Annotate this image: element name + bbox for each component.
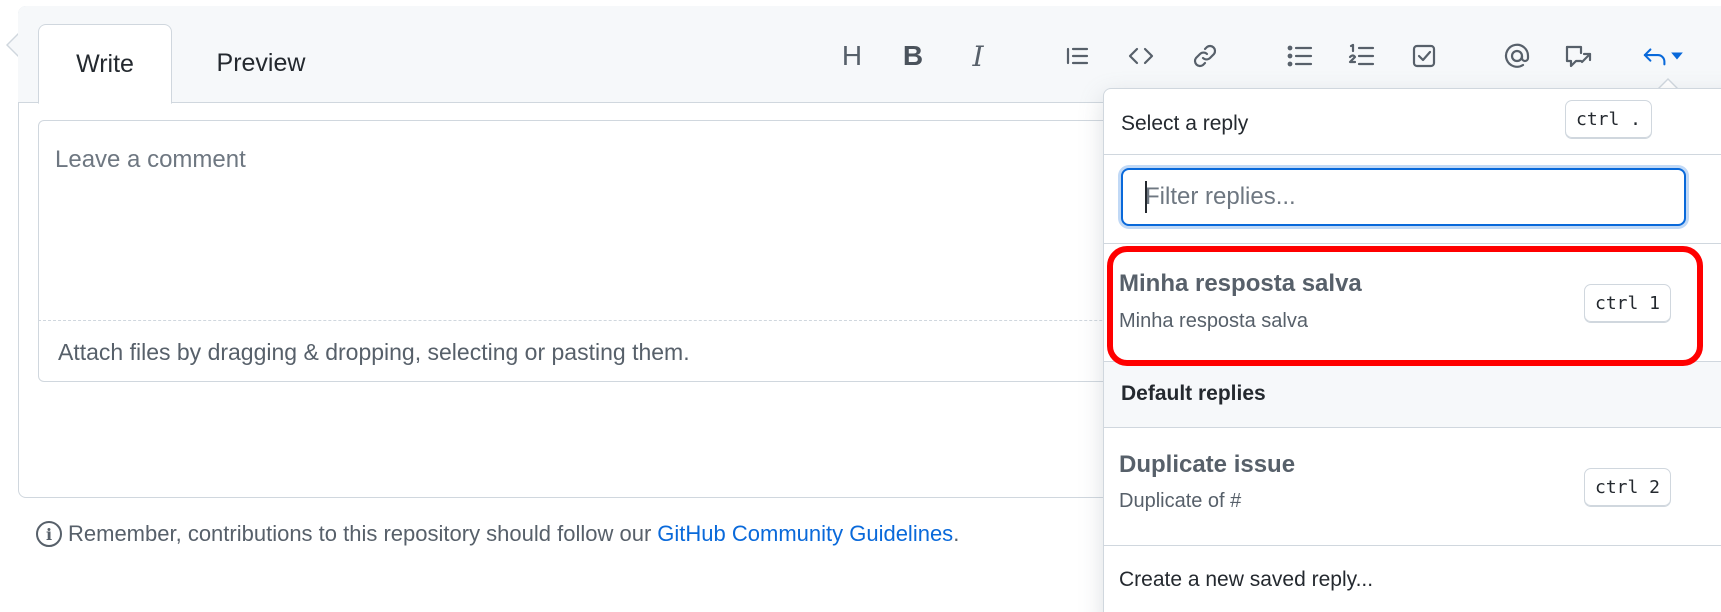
contribution-note: i Remember, contributions to this reposi…	[36, 521, 959, 547]
quote-icon	[1066, 47, 1089, 65]
link-button[interactable]	[1185, 36, 1225, 76]
text-cursor	[1145, 181, 1147, 213]
link-icon	[1193, 44, 1217, 68]
unordered-list-button[interactable]	[1280, 36, 1320, 76]
quote-button[interactable]	[1057, 36, 1097, 76]
default-reply-item[interactable]: Duplicate issue Duplicate of # ctrl 2	[1104, 427, 1721, 545]
default-reply-shortcut: ctrl 2	[1584, 468, 1672, 507]
comment-form: Write Preview H B I Leave a comment Atta…	[0, 0, 1721, 612]
filter-area	[1104, 155, 1721, 243]
saved-reply-shortcut: ctrl 1	[1584, 284, 1672, 323]
tab-preview[interactable]: Preview	[196, 24, 326, 104]
ordered-list-button[interactable]	[1342, 36, 1382, 76]
heading-button[interactable]: H	[832, 36, 872, 76]
cross-reference-button[interactable]	[1558, 36, 1598, 76]
reply-icon	[1643, 48, 1666, 66]
code-button[interactable]	[1121, 36, 1161, 76]
saved-reply-item[interactable]: Minha resposta salva Minha resposta salv…	[1104, 243, 1721, 361]
mention-button[interactable]	[1497, 36, 1537, 76]
saved-reply-body: Minha resposta salva	[1119, 310, 1308, 332]
task-list-button[interactable]	[1404, 36, 1444, 76]
community-guidelines-link[interactable]: GitHub Community Guidelines	[657, 521, 953, 547]
create-saved-reply-link[interactable]: Create a new saved reply...	[1104, 545, 1721, 605]
task-list-icon	[1412, 44, 1436, 68]
dropdown-shortcut: ctrl .	[1565, 100, 1653, 139]
filter-replies-input[interactable]	[1121, 168, 1686, 226]
info-icon: i	[36, 521, 62, 547]
default-replies-header: Default replies	[1104, 361, 1721, 427]
tab-write[interactable]: Write	[38, 24, 172, 104]
ordered-list-icon	[1348, 43, 1375, 66]
default-reply-body: Duplicate of #	[1119, 490, 1242, 512]
dropdown-title: Select a reply	[1121, 112, 1249, 135]
dropdown-header: Select a reply ctrl .	[1104, 89, 1721, 155]
comment-placeholder: Leave a comment	[55, 146, 246, 173]
saved-reply-name: Minha resposta salva	[1119, 270, 1362, 297]
unordered-list-icon	[1287, 45, 1313, 67]
chevron-down-icon	[1671, 52, 1683, 60]
italic-button[interactable]: I	[958, 36, 998, 76]
mention-icon	[1504, 43, 1530, 68]
default-reply-name: Duplicate issue	[1119, 451, 1296, 478]
code-icon	[1128, 47, 1154, 65]
contribution-note-text: Remember, contributions to this reposito…	[68, 521, 652, 546]
saved-replies-dropdown: Select a reply ctrl . Minha resposta sal…	[1103, 88, 1721, 612]
note-suffix: .	[953, 521, 960, 546]
cross-reference-icon	[1565, 45, 1592, 68]
saved-replies-button[interactable]	[1637, 36, 1689, 76]
comment-caret-inner	[8, 32, 21, 58]
bold-icon: B	[902, 40, 924, 71]
heading-icon: H	[841, 40, 863, 71]
default-replies-title: Default replies	[1121, 382, 1266, 405]
bold-button[interactable]: B	[893, 36, 933, 76]
italic-icon: I	[972, 39, 984, 73]
